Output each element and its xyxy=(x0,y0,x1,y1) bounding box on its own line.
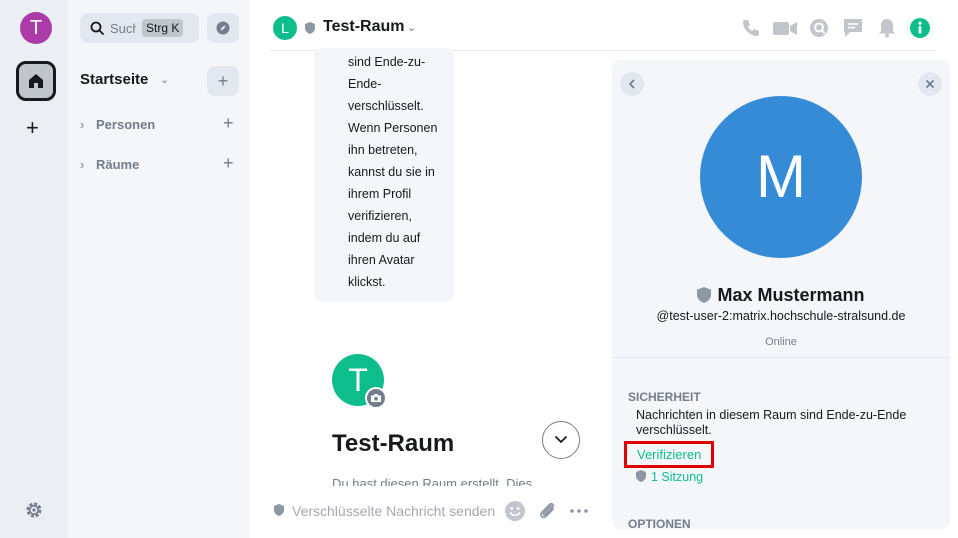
compass-icon xyxy=(216,21,230,35)
search-button[interactable]: Suche Strg K xyxy=(80,13,199,43)
message-input[interactable]: Verschlüsselte Nachricht senden… xyxy=(292,503,496,519)
section-label: Personen xyxy=(96,117,156,132)
chevron-right-icon: › xyxy=(80,157,85,172)
security-header: SICHERHEIT xyxy=(628,390,701,404)
paperclip-icon[interactable] xyxy=(536,500,558,522)
bubble-line: ihn betreten, xyxy=(348,143,418,157)
bubble-line: verifizieren, xyxy=(348,209,412,223)
verify-button[interactable]: Verifizieren xyxy=(624,441,715,468)
bubble-line: ihrem Profil xyxy=(348,187,412,201)
info-icon[interactable] xyxy=(909,17,931,39)
user-info-panel: M Max Mustermann @test-user-2:matrix.hoc… xyxy=(612,60,950,529)
bubble-line: ihren Avatar xyxy=(348,253,415,267)
home-button[interactable] xyxy=(16,61,56,101)
member-user-id: @test-user-2:matrix.hochschule-stralsund… xyxy=(656,309,906,323)
home-add-button[interactable]: + xyxy=(207,66,239,96)
member-name: Max Mustermann xyxy=(717,285,865,305)
shield-icon xyxy=(636,470,646,482)
room-avatar[interactable]: L xyxy=(273,16,297,40)
search-icon xyxy=(90,21,104,35)
chevron-down-icon[interactable]: ⌄ xyxy=(407,21,416,34)
home-icon xyxy=(29,74,43,88)
bubble-line: verschlüsselt. xyxy=(348,99,424,113)
bubble-line: Wenn Personen xyxy=(348,121,438,135)
shield-icon xyxy=(697,287,712,303)
panel-divider xyxy=(612,357,950,358)
room-header: L Test-Raum ⌄ xyxy=(250,0,958,52)
encryption-info-bubble: sind Ende-zu- Ende- verschlüsselt. Wenn … xyxy=(314,48,454,302)
bubble-line: klickst. xyxy=(348,275,386,289)
video-icon[interactable] xyxy=(772,17,798,39)
search-shortcut: Strg K xyxy=(142,19,184,37)
security-description: Nachrichten in diesem Raum sind Ende-zu-… xyxy=(636,408,907,437)
member-avatar[interactable]: M xyxy=(700,96,862,258)
chevron-down-icon xyxy=(555,436,567,443)
jump-to-bottom-button[interactable] xyxy=(542,421,580,459)
search-placeholder: Suche xyxy=(110,20,136,36)
home-title[interactable]: Startseite xyxy=(80,71,148,88)
chevron-right-icon: › xyxy=(80,117,85,132)
member-name-row: Max Mustermann xyxy=(612,285,950,306)
bubble-line: kannst du sie in xyxy=(348,165,435,179)
space-panel: T + xyxy=(0,0,68,538)
user-avatar[interactable]: T xyxy=(20,12,52,44)
more-options-icon[interactable] xyxy=(568,500,590,522)
room-intro-text: Du hast diesen Raum erstellt. Dies xyxy=(332,476,533,486)
back-button[interactable] xyxy=(620,72,644,96)
shield-icon xyxy=(274,504,284,516)
chevron-down-icon[interactable]: ⌄ xyxy=(160,73,169,86)
sessions-link[interactable]: 1 Sitzung xyxy=(636,470,703,484)
sessions-label: 1 Sitzung xyxy=(651,470,704,484)
camera-icon xyxy=(371,394,381,402)
shield-icon xyxy=(305,22,315,34)
threads-icon[interactable] xyxy=(808,17,830,39)
close-button[interactable] xyxy=(918,72,942,96)
emoji-icon[interactable] xyxy=(504,500,526,522)
phone-icon[interactable] xyxy=(740,17,762,39)
bell-icon[interactable] xyxy=(876,17,898,39)
section-label: Räume xyxy=(96,157,140,172)
chat-icon[interactable] xyxy=(842,17,864,39)
room-name[interactable]: Test-Raum xyxy=(323,18,405,36)
room-list-panel: Suche Strg K Startseite ⌄ + ›Personen + … xyxy=(68,0,250,538)
app-window: T + Suche Strg K Start xyxy=(0,0,958,538)
message-composer: Verschlüsselte Nachricht senden… xyxy=(272,496,602,526)
bubble-line: Ende- xyxy=(348,77,382,91)
bubble-line: indem du auf xyxy=(348,231,421,245)
bubble-line: sind Ende-zu- xyxy=(348,55,426,69)
close-icon xyxy=(926,80,934,88)
section-rooms[interactable]: › Räume xyxy=(80,157,139,172)
gear-icon[interactable] xyxy=(25,501,43,519)
change-avatar-button[interactable] xyxy=(365,387,387,409)
section-people[interactable]: › Personen xyxy=(80,117,155,132)
create-space-button[interactable]: + xyxy=(26,116,39,140)
add-person-button[interactable]: + xyxy=(223,114,234,132)
member-presence: Online xyxy=(765,336,797,348)
room-title: Test-Raum xyxy=(332,430,455,457)
options-header: OPTIONEN xyxy=(628,517,691,529)
explore-rooms-button[interactable] xyxy=(207,13,239,43)
add-room-button[interactable]: + xyxy=(223,154,234,172)
chevron-left-icon xyxy=(629,79,635,89)
